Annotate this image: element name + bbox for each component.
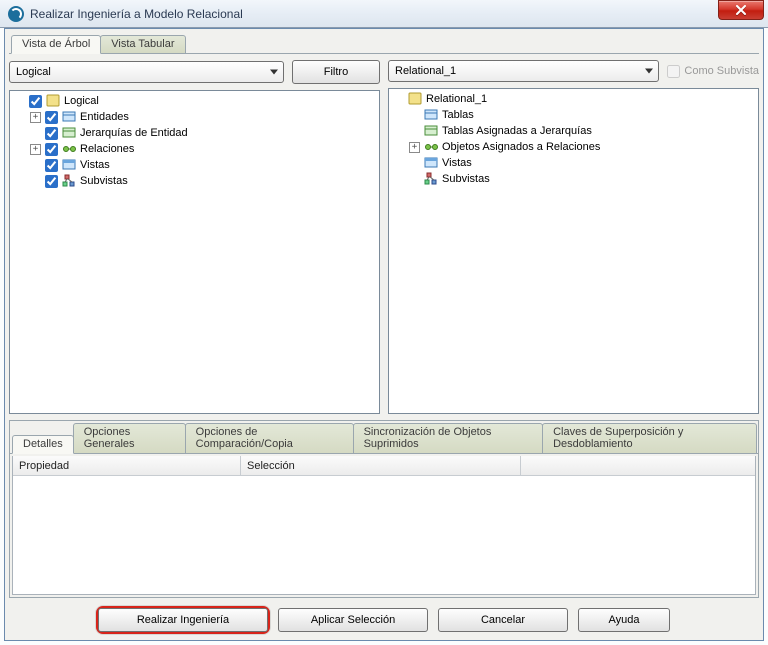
dialog-footer: Realizar Ingeniería Aplicar Selección Ca… — [9, 598, 759, 636]
tab-keys[interactable]: Claves de Superposición y Desdoblamiento — [542, 423, 757, 454]
tables-hier-icon — [424, 123, 440, 139]
tree-label: Tablas — [442, 109, 474, 121]
relations-icon — [62, 141, 78, 157]
tab-label: Vista de Árbol — [22, 38, 90, 50]
details-area: Detalles Opciones Generales Opciones de … — [9, 420, 759, 598]
tab-tree-view[interactable]: Vista de Árbol — [11, 35, 101, 54]
subviews-icon — [62, 173, 78, 189]
model-icon — [46, 93, 62, 109]
button-label: Aplicar Selección — [311, 614, 395, 626]
app-icon — [8, 6, 24, 22]
tree-checkbox[interactable] — [45, 111, 58, 124]
panel-row: Logical Filtro — [9, 58, 759, 414]
tab-details[interactable]: Detalles — [12, 435, 74, 454]
right-tree[interactable]: Relational_1 Tablas — [388, 88, 759, 414]
relations-icon — [424, 139, 440, 155]
button-label: Realizar Ingeniería — [137, 614, 229, 626]
table-header: Propiedad Selección — [13, 456, 755, 476]
entities-icon — [62, 109, 78, 125]
col-selection[interactable]: Selección — [241, 456, 521, 475]
tab-label: Opciones Generales — [84, 426, 135, 450]
tree-label: Logical — [64, 95, 99, 107]
engineer-button-highlight: Realizar Ingeniería — [98, 608, 268, 632]
right-model-select[interactable]: Relational_1 — [388, 60, 659, 82]
left-model-select[interactable]: Logical — [9, 61, 284, 83]
close-icon — [736, 5, 746, 15]
model-icon — [408, 91, 424, 107]
tree-checkbox[interactable] — [45, 159, 58, 172]
views-icon — [424, 155, 440, 171]
como-subvista-checkbox — [667, 65, 680, 78]
expand-toggle[interactable]: + — [30, 144, 41, 155]
bottom-tabs: Detalles Opciones Generales Opciones de … — [10, 421, 758, 454]
property-table: Propiedad Selección — [12, 456, 756, 595]
tree-label: Subvistas — [80, 175, 128, 187]
view-mode-tabs: Vista de Árbol Vista Tabular — [9, 33, 759, 54]
tab-general[interactable]: Opciones Generales — [73, 423, 186, 454]
left-panel: Logical Filtro — [9, 58, 380, 414]
titlebar: Realizar Ingeniería a Modelo Relacional — [0, 0, 768, 28]
button-label: Filtro — [324, 66, 348, 78]
tree-label: Jerarquías de Entidad — [80, 127, 188, 139]
tab-table-view[interactable]: Vista Tabular — [100, 35, 185, 54]
tab-compare[interactable]: Opciones de Comparación/Copia — [185, 423, 354, 454]
tree-label: Tablas Asignadas a Jerarquías — [442, 125, 592, 137]
tab-label: Detalles — [23, 438, 63, 450]
tree-label: Vistas — [442, 157, 472, 169]
col-property[interactable]: Propiedad — [13, 456, 241, 475]
close-button[interactable] — [718, 0, 764, 20]
tab-label: Opciones de Comparación/Copia — [196, 426, 293, 450]
engineer-button[interactable]: Realizar Ingeniería — [98, 608, 268, 632]
cancel-button[interactable]: Cancelar — [438, 608, 568, 632]
tab-sync[interactable]: Sincronización de Objetos Suprimidos — [353, 423, 544, 454]
tree-label: Subvistas — [442, 173, 490, 185]
tree-label: Entidades — [80, 111, 129, 123]
tables-icon — [424, 107, 440, 123]
tree-checkbox[interactable] — [45, 143, 58, 156]
help-button[interactable]: Ayuda — [578, 608, 670, 632]
col-blank — [521, 456, 755, 475]
tree-checkbox[interactable] — [45, 127, 58, 140]
filter-button[interactable]: Filtro — [292, 60, 380, 84]
expand-toggle[interactable]: + — [30, 112, 41, 123]
hierarchy-icon — [62, 125, 78, 141]
button-label: Ayuda — [609, 614, 640, 626]
window-title: Realizar Ingeniería a Modelo Relacional — [30, 7, 243, 21]
tree-checkbox[interactable] — [29, 95, 42, 108]
tab-label: Claves de Superposición y Desdoblamiento — [553, 426, 683, 450]
dialog-body: Vista de Árbol Vista Tabular Logical Fil… — [4, 28, 764, 641]
subviews-icon — [424, 171, 440, 187]
button-label: Cancelar — [481, 614, 525, 626]
tree-label: Relational_1 — [426, 93, 487, 105]
como-subvista-row: Como Subvista — [667, 65, 759, 78]
views-icon — [62, 157, 78, 173]
tree-label: Vistas — [80, 159, 110, 171]
checkbox-label: Como Subvista — [684, 65, 759, 77]
tree-label: Objetos Asignados a Relaciones — [442, 141, 600, 153]
tab-label: Vista Tabular — [111, 38, 174, 50]
right-panel: Relational_1 Como Subvista — [388, 58, 759, 414]
left-tree[interactable]: Logical + Entidades — [9, 90, 380, 414]
tab-label: Sincronización de Objetos Suprimidos — [364, 426, 492, 450]
tree-label: Relaciones — [80, 143, 134, 155]
tree-checkbox[interactable] — [45, 175, 58, 188]
apply-button[interactable]: Aplicar Selección — [278, 608, 428, 632]
expand-toggle[interactable]: + — [409, 142, 420, 153]
